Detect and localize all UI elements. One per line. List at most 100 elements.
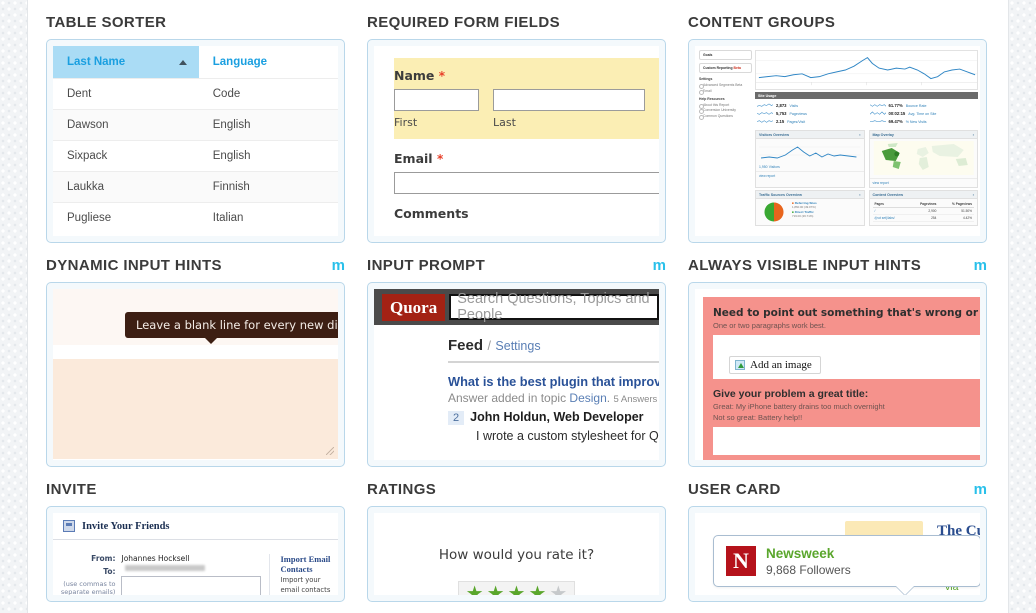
cell-last-name: Pugliese (53, 202, 199, 233)
feed-question-link[interactable]: What is the best plugin that improves (448, 374, 659, 389)
cell-last-name: Laukka (53, 171, 199, 203)
card-map-overlay: Map Overlay ▪ view report (868, 130, 978, 188)
quora-logo[interactable]: Quora (382, 293, 446, 321)
card-collapse-icon[interactable]: ▪ (859, 193, 860, 197)
sparkline-icon (869, 111, 886, 115)
panel-table-sorter: Last Name Language Dent Code Dawson Engl… (46, 39, 345, 243)
card-collapse-icon[interactable]: ▪ (973, 193, 974, 197)
sidebar-item-email[interactable]: Email (699, 89, 752, 95)
page-root: TABLE SORTER Last Name Language Dent Cod… (0, 0, 1036, 613)
panel-user-card: The Culture via Newsweek N Newsw (688, 506, 987, 602)
view-report-link[interactable]: view report (756, 171, 864, 180)
card-traffic-sources: Traffic Sources Overview ▪ ■ Referring S… (755, 190, 865, 226)
stat-value: 61.77% (888, 103, 903, 108)
stat-avg-time-on-site: 00:02:15 Avg. Time on Site (869, 111, 977, 116)
section-always-visible-hints: ALWAYS VISIBLE INPUT HINTS m Need to poi… (688, 243, 987, 467)
answer-author[interactable]: John Holdun, Web Developer (470, 410, 643, 424)
card-collapse-icon[interactable]: ▪ (859, 133, 860, 137)
hover-user-card[interactable]: N Newsweek 9,868 Followers (713, 535, 980, 587)
panel-inner: Last Name Language Dent Code Dawson Engl… (53, 46, 338, 236)
column-header-label: Last Name (67, 56, 126, 68)
section-mark[interactable]: m (653, 257, 666, 274)
stat-new-visits: 69.47% % New Visits (869, 119, 977, 124)
quora-feed: Feed / Settings What is the best plugin … (374, 325, 659, 443)
view-report-link[interactable]: view report (869, 178, 977, 187)
import-title: Import Email Contacts (280, 554, 331, 574)
star-icon-4[interactable]: ★ (528, 584, 546, 595)
table-row[interactable]: Dent Code (53, 78, 338, 110)
star-icon-2[interactable]: ★ (487, 584, 505, 595)
table-row[interactable]: Laukka Finnish (53, 171, 338, 203)
card-title: Map Overlay (872, 132, 894, 137)
search-input[interactable]: Search Questions, Topics and People (449, 291, 659, 323)
legend-detail: 1,860.00 (49.07%) (792, 205, 816, 209)
problem-detail-label: Need to point out something that's wrong… (713, 307, 980, 319)
analytics-main: Site Usage 2,873 Visits 5,753 Pageviews … (755, 50, 978, 234)
sortable-table: Last Name Language Dent Code Dawson Engl… (53, 46, 338, 233)
section-mark[interactable]: m (974, 481, 987, 498)
sparkline-icon (757, 112, 773, 115)
via-source[interactable]: Newsweek (945, 593, 980, 595)
email-input[interactable] (394, 172, 659, 194)
problem-detail-textarea[interactable]: Add an image (713, 335, 980, 379)
gallery-row-3: INVITE Invite Your Friends From: To: (us… (46, 467, 990, 602)
sidebar-item-common-questions[interactable]: Common Questions (699, 114, 752, 120)
hint-textarea[interactable] (53, 359, 338, 459)
section-mark[interactable]: m (974, 257, 987, 274)
star-icon-1[interactable]: ★ (466, 584, 484, 595)
column-header-last-name[interactable]: Last Name (53, 46, 199, 79)
visitors-chart (759, 146, 861, 159)
section-input-prompt: INPUT PROMPT m Quora Search Questions, T… (367, 243, 666, 467)
sidebar-item-advanced-segments[interactable]: Advanced Segments Beta (699, 83, 752, 89)
table-row[interactable]: Dawson English (53, 109, 338, 141)
star-icon-3[interactable]: ★ (508, 584, 526, 595)
invite-field-labels: From: To: (use commas to separate emails… (53, 554, 121, 595)
card-body: ■ Referring Sites 1,860.00 (49.07%) ■ Di… (756, 199, 864, 225)
beta-badge: Beta (733, 66, 741, 70)
analytics-cards-row-1: Visitors Overview ▪ 1,950 Visitors view … (755, 130, 978, 188)
section-title: ALWAYS VISIBLE INPUT HINTS (688, 257, 922, 274)
sidebar-item-goals[interactable]: Goals (699, 50, 752, 60)
tab-feed[interactable]: Feed (448, 337, 483, 354)
table-row[interactable]: Pugliese Italian (53, 202, 338, 233)
section-header: DYNAMIC INPUT HINTS m (46, 243, 345, 282)
stats-column-right: 61.77% Bounce Rate 00:02:15 Avg. Time on… (869, 103, 977, 127)
last-name-input[interactable] (493, 89, 645, 111)
invite-header: Invite Your Friends (53, 513, 338, 540)
star-icon-5[interactable]: ★ (549, 584, 567, 595)
sidebar-item-conversion-university[interactable]: Conversion University (699, 108, 752, 114)
sidebar-item-about-report[interactable]: About this Report (699, 103, 752, 109)
section-mark[interactable]: m (332, 257, 345, 274)
stat-bounce-rate: 61.77% Bounce Rate (869, 103, 977, 108)
column-header-language[interactable]: Language (198, 46, 338, 79)
section-title: INPUT PROMPT (367, 257, 486, 274)
section-title: INVITE (46, 481, 97, 498)
tab-settings[interactable]: Settings (495, 339, 540, 353)
table-head: Last Name Language (53, 46, 338, 79)
stat-value: 00:02:15 (888, 111, 906, 116)
sidebar-group-help: Help Resources About this Report Convers… (699, 97, 752, 120)
site-usage-header: Site Usage (755, 92, 978, 99)
user-name[interactable]: Newsweek (766, 546, 851, 561)
star-rating-control[interactable]: ★ ★ ★ ★ ★ (457, 581, 576, 595)
section-user-card: USER CARD m The Culture via Ne (688, 467, 987, 602)
problem-title-input[interactable] (713, 427, 980, 455)
last-name-sublabel: Last (493, 116, 516, 129)
card-collapse-icon[interactable]: ▪ (973, 133, 974, 137)
meta-topic-link[interactable]: Design (569, 391, 606, 405)
table-row[interactable]: Sixpack English (53, 140, 338, 172)
answer-vote-count[interactable]: 2 (448, 411, 465, 425)
sidebar-item-custom-reporting[interactable]: Custom Reporting Beta (699, 63, 752, 73)
visitors-number: 1,950 (759, 165, 768, 169)
panel-invite: Invite Your Friends From: To: (use comma… (46, 506, 345, 602)
resize-grip-icon[interactable] (326, 447, 334, 455)
to-textarea[interactable] (121, 576, 262, 595)
email-field-group: Email * (394, 139, 659, 194)
first-name-input[interactable] (394, 89, 479, 111)
cell-last-name: Dawson (53, 109, 199, 141)
add-image-button[interactable]: Add an image (729, 356, 821, 374)
rating-widget: How would you rate it? ★ ★ ★ ★ ★ (374, 513, 659, 595)
cell-last-name: Dent (53, 78, 199, 110)
section-table-sorter: TABLE SORTER Last Name Language Dent Cod… (46, 0, 345, 243)
cell-page: /(not set)/labs/ (872, 214, 909, 222)
